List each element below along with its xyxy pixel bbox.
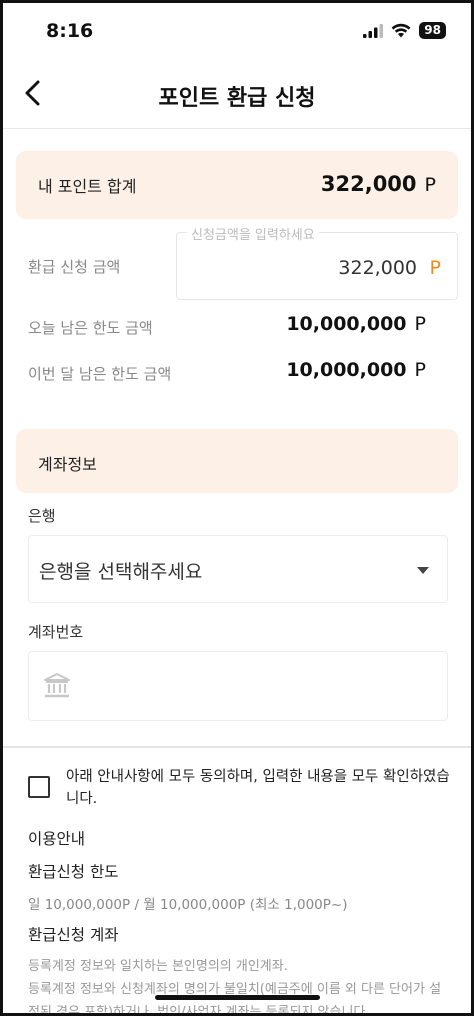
account-info-panel: 계좌정보 [16,429,458,493]
section-divider [0,746,474,748]
account-number-input[interactable] [28,651,448,721]
info-limit-text: 일 10,000,000P / 월 10,000,000P (최소 1,000P… [28,897,348,913]
monthly-limit-amount: 10,000,000 [286,359,407,381]
monthly-limit-unit: P [414,359,426,381]
info-limit-title: 환급신청 한도 [28,863,119,881]
monthly-limit-value: 10,000,000 P [286,359,426,381]
points-total-value: 322,000 P [321,172,436,196]
status-bar: 8:16 98 [0,0,474,66]
daily-limit-row: 오늘 남은 한도 금액 10,000,000 P [28,313,448,343]
daily-limit-unit: P [414,313,426,335]
refund-amount-label: 환급 신청 금액 [28,258,121,276]
info-account-body: 등록계정 정보와 일치하는 본인명의의 개인계좌. 등록계정 정보와 신청계좌의… [28,955,448,1016]
page-title: 포인트 환급 신청 [158,86,316,111]
wifi-icon [391,23,411,38]
bank-select-placeholder: 은행을 선택해주세요 [39,561,203,583]
header-divider [0,128,474,129]
app-header: 포인트 환급 신청 [0,66,474,126]
battery-indicator: 98 [419,22,446,39]
signal-icon [363,23,384,38]
bank-icon [44,673,70,698]
bank-select[interactable]: 은행을 선택해주세요 [28,535,448,603]
agree-checkbox[interactable] [28,776,50,798]
refund-amount-placeholder: 신청금액을 입력하세요 [187,224,319,243]
info-account-title: 환급신청 계좌 [28,926,119,944]
refund-amount-input[interactable]: 신청금액을 입력하세요 322,000 P [176,224,458,300]
daily-limit-amount: 10,000,000 [286,313,407,335]
agree-text: 아래 안내사항에 모두 동의하며, 입력한 내용을 모두 확인하였습니다. [66,769,450,807]
caret-down-icon [417,567,429,574]
refund-amount-unit: P [429,257,441,279]
monthly-limit-label: 이번 달 남은 한도 금액 [28,365,172,383]
status-icons: 98 [363,22,446,39]
account-info-title: 계좌정보 [38,455,97,474]
info-account-text-1: 등록계정 정보와 일치하는 본인명의의 개인계좌. [28,959,288,974]
refund-amount-value: 322,000 [338,257,417,279]
daily-limit-label: 오늘 남은 한도 금액 [28,319,153,337]
points-total-label: 내 포인트 합계 [38,177,137,196]
points-total-unit: P [424,174,436,196]
status-time: 8:16 [46,20,94,42]
monthly-limit-row: 이번 달 남은 한도 금액 10,000,000 P [28,359,448,389]
info-title: 이용안내 [28,830,86,848]
account-number-label: 계좌번호 [28,623,84,641]
home-indicator [155,995,320,1000]
points-total-panel: 내 포인트 합계 322,000 P [16,151,458,219]
points-total-amount: 322,000 [320,172,417,196]
daily-limit-value: 10,000,000 P [286,313,426,335]
bank-label: 은행 [28,507,56,525]
